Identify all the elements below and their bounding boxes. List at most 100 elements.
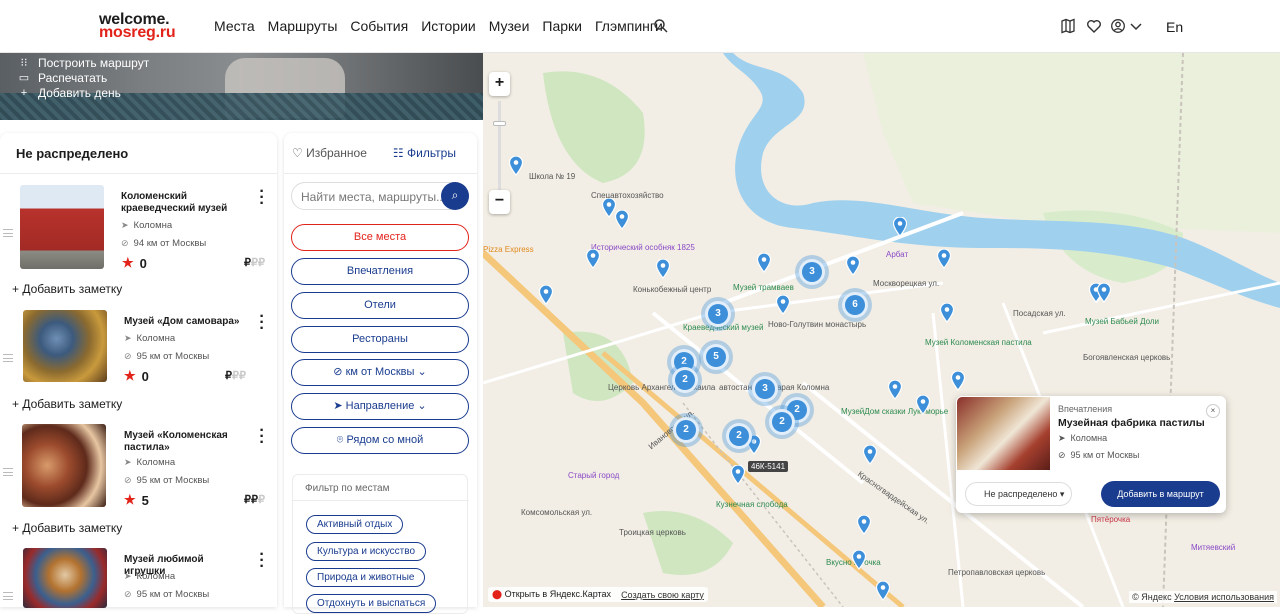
map-pin-icon[interactable] — [1097, 283, 1111, 303]
map-pin-icon[interactable] — [863, 445, 877, 465]
user-icon[interactable] — [1110, 18, 1126, 34]
search-input[interactable]: Найти места, маршруты... ⌕ — [291, 182, 469, 210]
nav-item-parks[interactable]: Парки — [542, 18, 582, 34]
chevron-down-icon[interactable] — [1128, 18, 1144, 34]
map-pin-icon[interactable] — [656, 259, 670, 279]
map-pin-icon[interactable] — [602, 198, 616, 218]
filter-distance-dropdown[interactable]: ⊘ км от Москвы ⌄ — [291, 359, 469, 386]
map-pin-icon[interactable] — [776, 295, 790, 315]
map-cluster[interactable]: 3 — [799, 259, 825, 285]
add-day-action[interactable]: + Добавить день — [18, 86, 149, 101]
map-copyright: © Яндекс Условия использования — [1129, 591, 1277, 603]
chip-nature-animals[interactable]: Природа и животные — [306, 568, 426, 587]
map-pin-icon[interactable] — [586, 249, 600, 269]
popup-photo — [957, 397, 1050, 470]
place-card[interactable]: Музей «Дом самовара» · · · ➤ Коломна ⊘ 95 км… — [0, 309, 277, 420]
site-logo[interactable]: welcome. mosreg.ru — [99, 12, 176, 41]
place-card[interactable]: Музей «Коломенская пастила» · · · ➤ Коломна… — [0, 423, 277, 535]
more-menu-icon[interactable]: · · · — [258, 309, 266, 337]
place-name[interactable]: Музей «Коломенская пастила» — [124, 430, 242, 454]
heart-icon[interactable] — [1086, 18, 1102, 34]
map-pin-icon[interactable] — [888, 380, 902, 400]
map-pin-icon[interactable] — [937, 249, 951, 269]
open-in-yandex-link[interactable]: ⬤ Открыть в Яндекс.Картах — [492, 589, 611, 600]
map-pin-icon[interactable] — [757, 253, 771, 273]
more-menu-icon[interactable]: · · · — [258, 548, 266, 575]
place-distance: ⊘ 95 км от Москвы — [124, 589, 209, 600]
nav-item-events[interactable]: События — [350, 18, 408, 34]
add-note-button[interactable]: + Добавить заметку — [12, 397, 122, 411]
unassigned-panel: Не распределено Коломенский краеведчески… — [0, 133, 277, 608]
map-cluster[interactable]: 2 — [769, 409, 795, 435]
map-cluster[interactable]: 3 — [752, 376, 778, 402]
search-button[interactable]: ⌕ — [441, 182, 469, 210]
map-pin-icon[interactable] — [615, 210, 629, 230]
tab-filters[interactable]: ☷ Фильтры — [393, 146, 456, 160]
street-label: Посадская ул. — [1013, 309, 1066, 318]
map-cluster[interactable]: 2 — [672, 367, 698, 393]
tab-favorites[interactable]: ♡ Избранное — [292, 146, 367, 160]
popup-title[interactable]: Музейная фабрика пастилы — [1058, 417, 1205, 429]
map-pin-icon[interactable] — [539, 285, 553, 305]
zoom-slider-handle[interactable] — [493, 121, 506, 126]
map-pin-icon[interactable] — [509, 156, 523, 176]
filter-all-places[interactable]: Все места — [291, 224, 469, 251]
nav-item-stories[interactable]: Истории — [421, 18, 476, 34]
nav-item-routes[interactable]: Маршруты — [268, 18, 338, 34]
nav-item-museums[interactable]: Музеи — [489, 18, 530, 34]
filter-restaurants[interactable]: Рестораны — [291, 326, 469, 353]
drag-handle-icon[interactable] — [3, 468, 13, 476]
map-pin-icon[interactable] — [857, 515, 871, 535]
distance-text: 95 км от Москвы — [136, 589, 210, 600]
place-name[interactable]: Музей «Дом самовара» — [124, 316, 242, 328]
search-icon[interactable] — [653, 18, 669, 34]
place-card[interactable]: Коломенский краеведческий музей · · · ➤ Кол… — [0, 184, 277, 296]
close-icon[interactable]: × — [1206, 404, 1220, 418]
add-note-button[interactable]: + Добавить заметку — [12, 521, 122, 535]
map-pin-icon[interactable] — [940, 303, 954, 323]
map-pin-icon[interactable] — [852, 550, 866, 570]
zoom-slider[interactable] — [498, 101, 501, 191]
chevron-down-icon: ⌄ — [414, 366, 427, 378]
map-pin-icon[interactable] — [916, 395, 930, 415]
filter-hotels[interactable]: Отели — [291, 292, 469, 319]
language-switch[interactable]: En — [1166, 19, 1183, 35]
place-name[interactable]: Коломенский краеведческий музей — [121, 191, 239, 215]
map-cluster[interactable]: 3 — [705, 301, 731, 327]
map-cluster[interactable]: 6 — [842, 292, 868, 318]
print-action[interactable]: ▭ Распечатать — [18, 71, 149, 86]
terms-link[interactable]: Условия использования — [1174, 592, 1274, 602]
add-note-button[interactable]: + Добавить заметку — [12, 282, 122, 296]
chip-culture-art[interactable]: Культура и искусство — [306, 542, 427, 561]
map-pin-icon[interactable] — [846, 256, 860, 276]
map-icon[interactable] — [1060, 18, 1076, 34]
zoom-in-button[interactable]: + — [489, 72, 510, 96]
filter-nearby[interactable]: ⌾ Рядом со мной — [291, 427, 469, 454]
drag-handle-icon[interactable] — [3, 229, 13, 237]
place-card[interactable]: Музей любимой игрушки · · · ➤ Коломна ⊘ 95 к… — [0, 548, 277, 608]
more-menu-icon[interactable]: · · · — [258, 423, 266, 451]
drag-handle-icon[interactable] — [3, 592, 13, 600]
map-pin-icon[interactable] — [951, 371, 965, 391]
build-route-action[interactable]: ⁝⁝ Построить маршрут — [18, 56, 150, 71]
drag-handle-icon[interactable] — [3, 354, 13, 362]
chip-active-rest[interactable]: Активный отдых — [306, 515, 404, 534]
filter-direction-dropdown[interactable]: ➤ Направление ⌄ — [291, 393, 469, 420]
map-pin-icon[interactable] — [876, 581, 890, 601]
more-menu-icon[interactable]: · · · — [258, 184, 266, 212]
add-to-route-button[interactable]: Добавить в маршрут — [1101, 481, 1220, 507]
filter-experiences[interactable]: Впечатления — [291, 258, 469, 285]
map-view[interactable]: + − Школа № 19 Спецавтохозяйство Историч… — [483, 53, 1280, 607]
day-select[interactable]: Не распределено ▾ — [965, 482, 1072, 506]
create-map-link[interactable]: Создать свою карту — [621, 590, 704, 600]
map-cluster[interactable]: 5 — [703, 344, 729, 370]
zoom-out-button[interactable]: − — [489, 190, 510, 214]
map-label: Богоявленская церковь — [1083, 353, 1171, 362]
nav-item-places[interactable]: Места — [214, 18, 255, 34]
map-cluster[interactable]: 2 — [673, 417, 699, 443]
chip-rest-sleep[interactable]: Отдохнуть и выспаться — [306, 594, 437, 613]
map-pin-icon[interactable] — [731, 465, 745, 485]
map-pin-icon[interactable] — [893, 217, 907, 237]
group-title: Фильтр по местам — [305, 483, 390, 494]
map-cluster[interactable]: 2 — [726, 423, 752, 449]
